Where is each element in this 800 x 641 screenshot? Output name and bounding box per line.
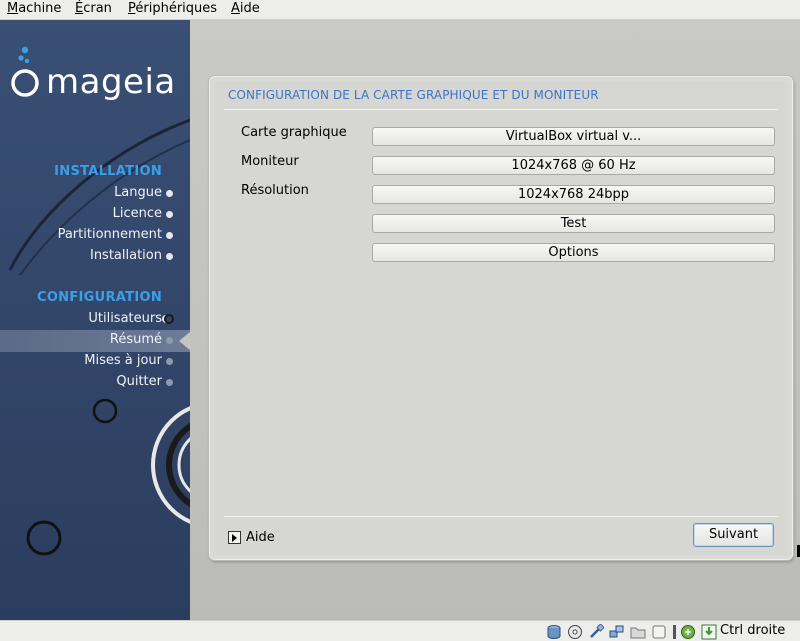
- step-done-bullet: [166, 253, 173, 260]
- bottom-divider: [224, 516, 778, 517]
- step-pending-bullet: [166, 337, 173, 344]
- expander-arrow-icon: [228, 531, 241, 544]
- step-done-bullet: [166, 190, 173, 197]
- step-resume: Résumé: [109, 332, 162, 347]
- step-done-bullet: [164, 314, 174, 324]
- menu-machine-mnemonic: M: [7, 1, 19, 16]
- optical-drive-icon[interactable]: [567, 624, 583, 640]
- step-done-bullet: [166, 232, 173, 239]
- config-panel: CONFIGURATION DE LA CARTE GRAPHIQUE ET D…: [209, 76, 793, 560]
- config-panel-body: CONFIGURATION DE LA CARTE GRAPHIQUE ET D…: [214, 81, 788, 555]
- label-carte-graphique: Carte graphique: [241, 125, 347, 140]
- monitor-button[interactable]: 1024x768 @ 60 Hz: [372, 156, 775, 175]
- menu-aide[interactable]: Aide: [231, 1, 260, 16]
- step-licence: Licence: [112, 206, 162, 221]
- menu-aide-mnemonic: A: [231, 1, 240, 16]
- menu-ecran-mnemonic: É: [75, 1, 84, 16]
- graphics-card-button[interactable]: VirtualBox virtual v...: [372, 127, 775, 146]
- menu-peripheriques[interactable]: Périphériques: [128, 1, 217, 16]
- test-button[interactable]: Test: [372, 214, 775, 233]
- next-button[interactable]: Suivant: [693, 523, 774, 547]
- help-label: Aide: [246, 530, 275, 545]
- menubar: Machine Écran Périphériques Aide: [0, 0, 800, 20]
- step-mises-a-jour: Mises à jour: [84, 353, 162, 368]
- mageia-logo-text: mageia: [46, 62, 176, 102]
- step-partitionnement: Partitionnement: [57, 227, 162, 242]
- panel-title: CONFIGURATION DE LA CARTE GRAPHIQUE ET D…: [228, 88, 599, 102]
- section-title-configuration: CONFIGURATION: [36, 290, 162, 305]
- network-icon[interactable]: [609, 624, 625, 640]
- installer-sidebar: mageia INSTALLATION Langue Licence Parti…: [0, 20, 190, 620]
- step-pending-bullet: [166, 358, 173, 365]
- mageia-logo-icon: [11, 46, 39, 97]
- vm-screen[interactable]: mageia INSTALLATION Langue Licence Parti…: [0, 20, 800, 620]
- resolution-button[interactable]: 1024x768 24bpp: [372, 185, 775, 204]
- step-done-bullet: [166, 211, 173, 218]
- mouse-integration-icon[interactable]: [680, 624, 696, 640]
- label-resolution: Résolution: [241, 183, 309, 198]
- display-icon[interactable]: [651, 624, 667, 640]
- step-utilisateurs: Utilisateurs: [88, 311, 162, 326]
- menu-peripheriques-label: ériphériques: [135, 1, 218, 16]
- menu-ecran[interactable]: Écran: [75, 1, 112, 16]
- usb-icon[interactable]: [588, 624, 604, 640]
- options-button[interactable]: Options: [372, 243, 775, 262]
- host-key-label: Ctrl droite: [720, 623, 786, 638]
- host-key-icon: [701, 624, 717, 640]
- shared-folder-icon[interactable]: [630, 624, 646, 640]
- statusbar: Ctrl droite: [0, 620, 800, 641]
- label-moniteur: Moniteur: [241, 154, 299, 169]
- hard-disk-icon[interactable]: [546, 624, 562, 640]
- menu-machine-label: achine: [18, 1, 62, 16]
- menu-aide-label: ide: [239, 1, 260, 16]
- step-quitter: Quitter: [116, 374, 162, 389]
- menu-ecran-label: cran: [83, 1, 112, 16]
- section-title-installation: INSTALLATION: [54, 164, 162, 179]
- menu-machine[interactable]: Machine: [7, 1, 61, 16]
- help-toggle[interactable]: Aide: [228, 530, 275, 545]
- step-pending-bullet: [166, 379, 173, 386]
- title-divider: [224, 109, 778, 110]
- step-langue: Langue: [114, 185, 162, 200]
- step-installation: Installation: [89, 248, 162, 263]
